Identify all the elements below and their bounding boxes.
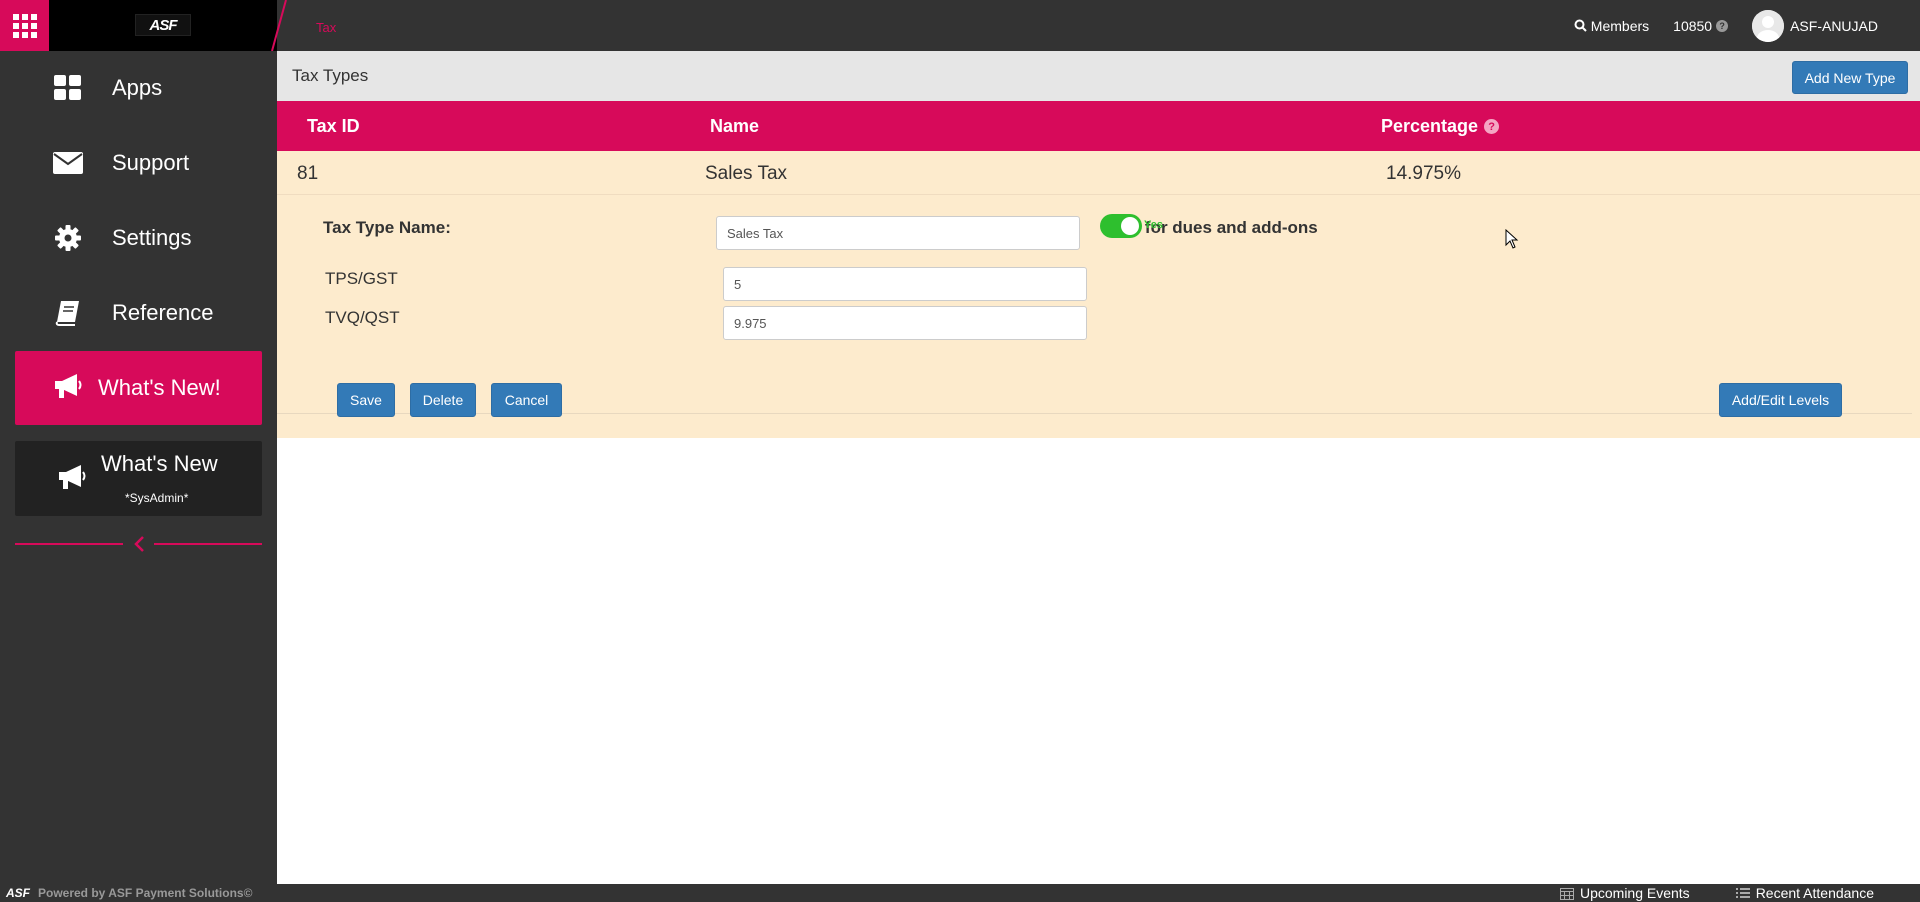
sidebar-item-sublabel: *SysAdmin* — [125, 491, 189, 505]
breadcrumb-divider — [271, 0, 287, 51]
sidebar: Apps Support Settings Reference What's N… — [0, 51, 277, 884]
tax-type-name-input[interactable]: Sales Tax — [716, 216, 1080, 250]
cell-percentage: 14.975% — [1386, 163, 1462, 184]
level-label-tvq-qst: TVQ/QST — [325, 308, 400, 327]
table-row[interactable]: 81 Sales Tax 14.975% — [277, 151, 1920, 195]
logo-area: ASF — [49, 0, 277, 51]
sidebar-item-support[interactable]: Support — [0, 133, 277, 193]
megaphone-icon — [57, 463, 87, 496]
cell-tax-id: 81 — [297, 163, 319, 184]
members-label: Members — [1590, 17, 1650, 34]
level-label-tps-gst: TPS/GST — [325, 269, 398, 288]
table-header: Tax ID Name Percentage ? — [277, 101, 1920, 151]
top-bar: ASF Tax Members 10850 ? ASF-ANUJAD — [0, 0, 1920, 51]
sidebar-item-whats-new-highlight[interactable]: What's New! — [15, 351, 262, 425]
mouse-cursor-icon — [1505, 229, 1519, 249]
user-menu[interactable]: ASF-ANUJAD — [1752, 9, 1878, 42]
column-header-percentage[interactable]: Percentage ? — [1381, 116, 1500, 137]
megaphone-icon — [53, 372, 83, 405]
recent-attendance-label: Recent Attendance — [1755, 885, 1874, 901]
calendar-icon — [1559, 887, 1574, 900]
user-icon — [1752, 9, 1785, 42]
avatar — [1752, 9, 1785, 42]
sidebar-item-label: Reference — [112, 300, 214, 325]
envelope-icon — [52, 147, 84, 179]
delete-button[interactable]: Delete — [410, 383, 476, 417]
column-header-tax-id[interactable]: Tax ID — [307, 116, 360, 137]
save-button[interactable]: Save — [337, 383, 395, 417]
expanded-row-panel: 81 Sales Tax 14.975% Tax Type Name: Sale… — [277, 151, 1920, 438]
cancel-button[interactable]: Cancel — [491, 383, 562, 417]
chevron-left-icon — [134, 536, 144, 552]
column-header-label: Tax ID — [307, 116, 360, 136]
credits-counter[interactable]: 10850 ? — [1673, 17, 1729, 34]
sidebar-collapse-toggle[interactable] — [15, 534, 262, 554]
sidebar-item-label: Apps — [112, 75, 163, 100]
cell-name: Sales Tax — [705, 163, 788, 184]
members-search[interactable]: Members — [1574, 18, 1649, 34]
use-for-dues-toggle[interactable] — [1100, 214, 1142, 238]
recent-attendance-link[interactable]: Recent Attendance — [1735, 885, 1874, 901]
powered-by-text: Powered by ASF Payment Solutions© — [38, 886, 253, 900]
level-input-tvq-qst[interactable]: 9.975 — [723, 306, 1087, 340]
add-new-type-button[interactable]: Add New Type — [1792, 61, 1908, 94]
sidebar-item-reference[interactable]: Reference — [0, 283, 277, 343]
column-header-name[interactable]: Name — [710, 116, 759, 137]
sidebar-item-label: What's New — [101, 451, 218, 476]
divider — [15, 543, 123, 545]
credits-value: 10850 — [1673, 17, 1713, 34]
column-header-label: Percentage — [1381, 116, 1479, 136]
grid-icon — [12, 13, 37, 38]
apps-launcher-button[interactable] — [0, 0, 49, 51]
main-content: Tax Types Add New Type Tax ID Name Perce… — [277, 51, 1920, 884]
sidebar-item-whats-new-sysadmin[interactable]: What's New *SysAdmin* — [15, 441, 262, 516]
sidebar-item-apps[interactable]: Apps — [0, 58, 277, 118]
search-icon — [1574, 19, 1587, 32]
sidebar-item-label: Support — [112, 150, 190, 175]
toggle-state-label: Yes — [1144, 219, 1163, 231]
upcoming-events-label: Upcoming Events — [1579, 885, 1690, 901]
add-edit-levels-button[interactable]: Add/Edit Levels — [1719, 383, 1842, 417]
page-title: Tax Types — [292, 66, 369, 85]
help-icon[interactable]: ? — [1484, 119, 1500, 134]
upcoming-events-link[interactable]: Upcoming Events — [1559, 885, 1690, 901]
tax-type-name-label: Tax Type Name: — [323, 218, 451, 237]
apps-grid-icon — [52, 72, 84, 104]
column-header-label: Name — [710, 116, 760, 136]
username: ASF-ANUJAD — [1790, 17, 1878, 34]
footer: ASF Powered by ASF Payment Solutions© Up… — [0, 884, 1920, 902]
help-icon[interactable]: ? — [1716, 19, 1729, 32]
footer-logo: ASF — [6, 886, 30, 900]
gear-icon — [52, 222, 84, 254]
list-icon — [1735, 888, 1750, 898]
level-input-tps-gst[interactable]: 5 — [723, 267, 1087, 301]
sidebar-item-label: Settings — [112, 225, 192, 250]
breadcrumb[interactable]: Tax — [316, 20, 336, 35]
sidebar-item-label: What's New! — [98, 375, 221, 400]
book-icon — [52, 297, 84, 329]
divider — [154, 543, 262, 545]
sidebar-item-settings[interactable]: Settings — [0, 208, 277, 268]
toggle-knob — [1121, 217, 1139, 235]
page-header: Tax Types Add New Type — [277, 51, 1920, 101]
asf-logo[interactable]: ASF — [135, 14, 191, 36]
